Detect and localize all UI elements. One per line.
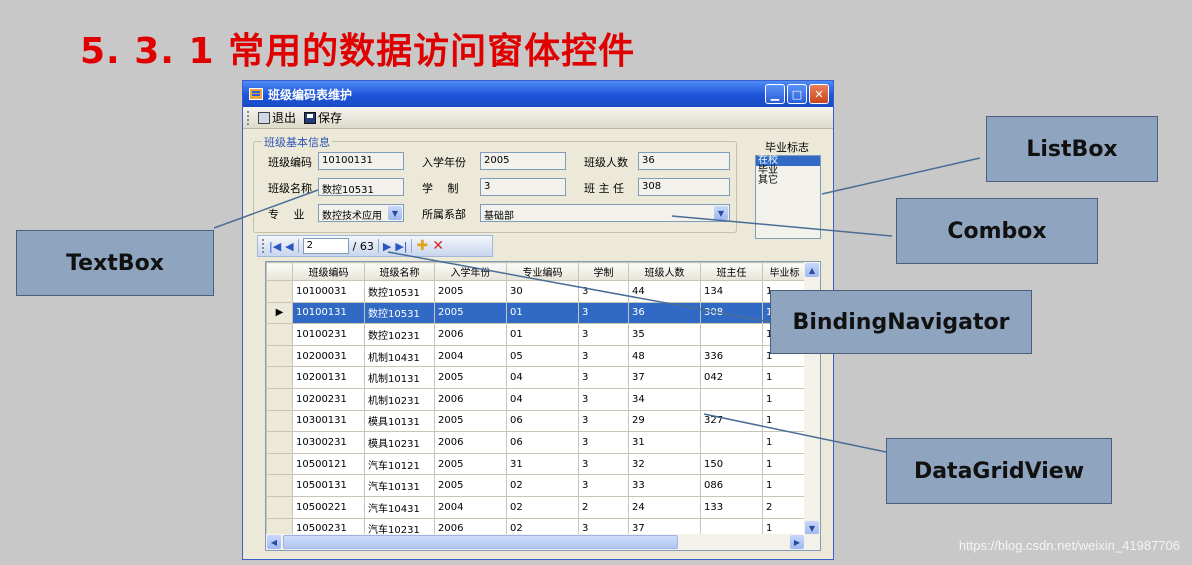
listbox-line — [821, 157, 981, 195]
callout-listbox: ListBox — [986, 116, 1158, 182]
watermark: https://blog.csdn.net/weixin_41987706 — [958, 538, 1180, 553]
callout-textbox: TextBox — [16, 230, 214, 296]
callout-bindingnavigator: BindingNavigator — [770, 290, 1032, 354]
callout-combox: Combox — [896, 198, 1098, 264]
combox-line — [671, 215, 893, 237]
bindingnavigator-line — [387, 251, 771, 323]
datagridview-line — [703, 413, 887, 453]
textbox-line — [213, 189, 319, 229]
callout-datagridview: DataGridView — [886, 438, 1112, 504]
